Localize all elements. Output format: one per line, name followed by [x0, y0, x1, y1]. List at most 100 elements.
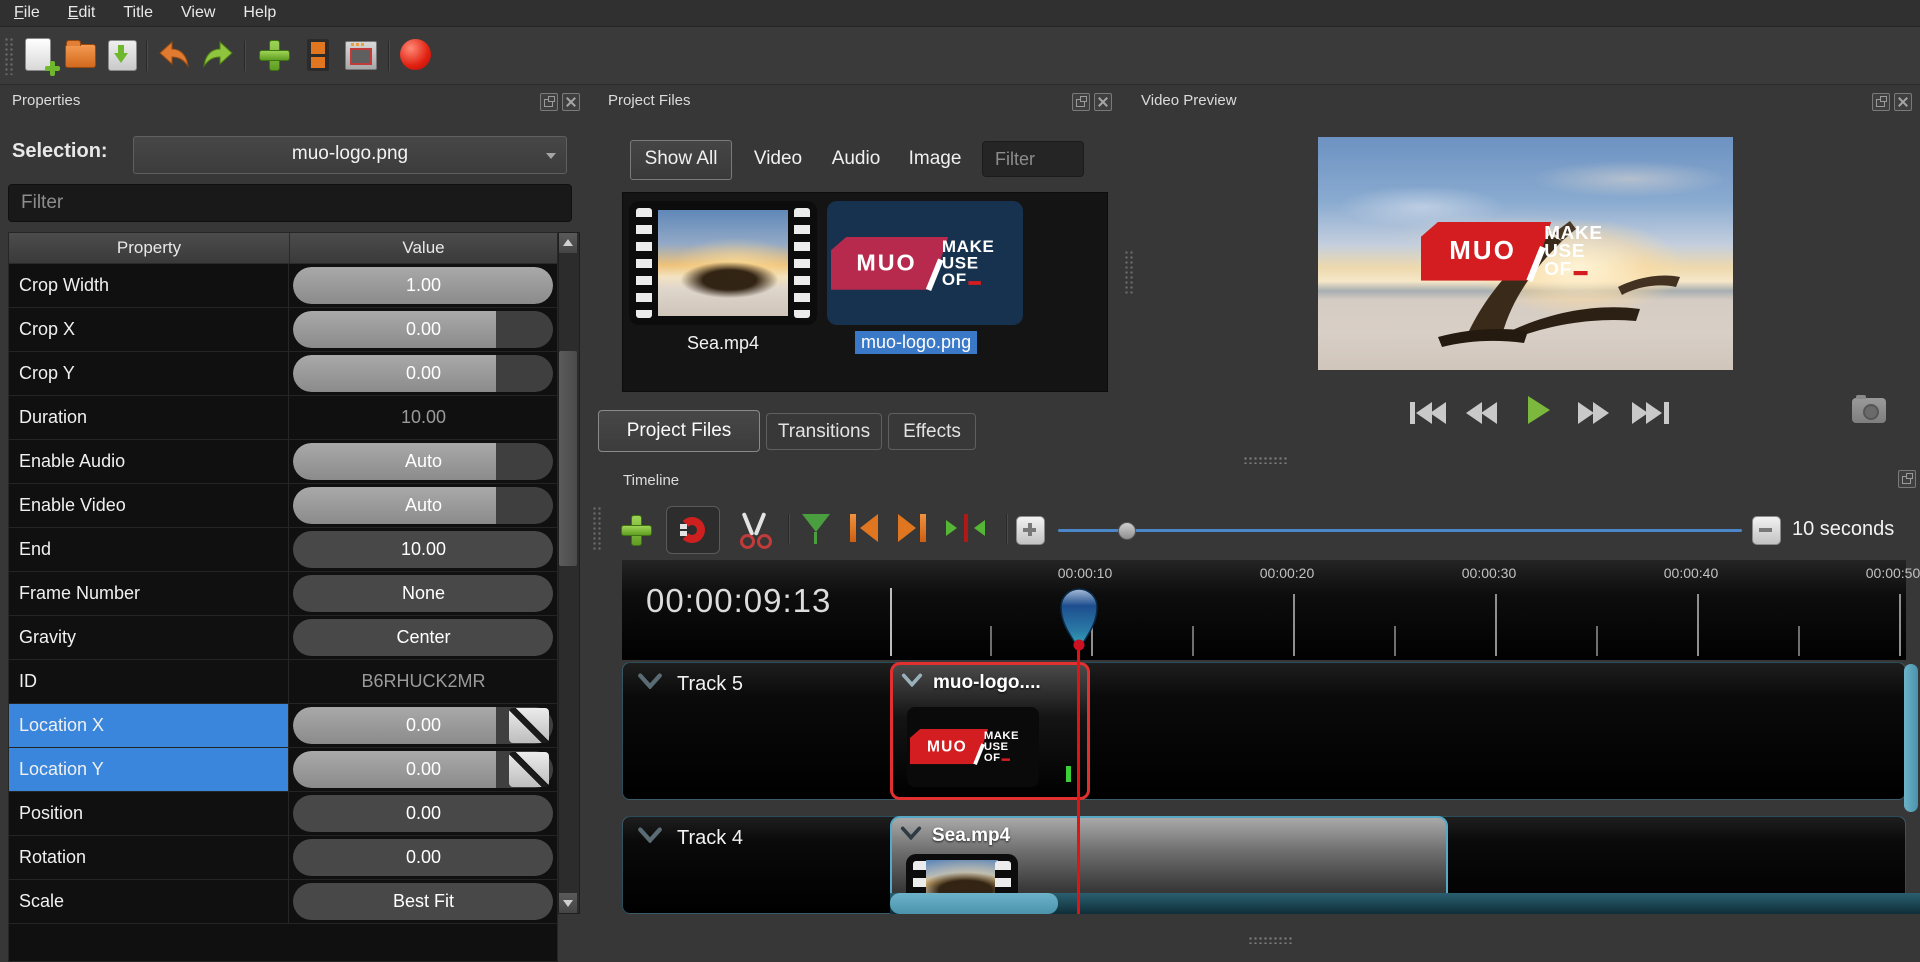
properties-table-header[interactable]: Property Value [9, 233, 557, 264]
table-row[interactable]: Gravity Center [9, 616, 557, 660]
undo-icon[interactable] [156, 37, 192, 73]
project-files-filter-input[interactable] [982, 141, 1084, 177]
properties-float-icon[interactable] [540, 93, 558, 111]
zoom-out-icon[interactable] [1752, 516, 1781, 545]
capture-frame-icon[interactable] [1852, 398, 1886, 423]
timeline-toolbar-drag-handle[interactable] [592, 506, 602, 552]
filter-show-all-button[interactable]: Show All [630, 140, 732, 180]
properties-filter-input[interactable] [8, 184, 572, 222]
splitter-handle[interactable] [1243, 456, 1289, 464]
playhead-marker[interactable] [1058, 584, 1100, 657]
filter-video-button[interactable]: Video [748, 140, 808, 178]
property-name: Crop Width [9, 264, 289, 307]
video-preview-float-icon[interactable] [1872, 93, 1890, 111]
scrollbar-thumb[interactable] [890, 893, 1058, 914]
scroll-down-icon[interactable] [559, 893, 577, 913]
clip-menu-chevron-icon[interactable] [901, 673, 923, 687]
table-row[interactable]: Position 0.00 [9, 792, 557, 836]
menu-file[interactable]: File [14, 4, 40, 22]
tab-project-files[interactable]: Project Files [598, 410, 760, 452]
table-row[interactable]: Enable Video Auto [9, 484, 557, 528]
filter-audio-button[interactable]: Audio [826, 140, 886, 178]
properties-scrollbar[interactable] [558, 232, 580, 914]
export-video-icon[interactable] [342, 37, 378, 73]
ruler-label: 00:00:30 [1444, 565, 1534, 581]
tab-effects[interactable]: Effects [888, 413, 976, 450]
project-files-float-icon[interactable] [1072, 93, 1090, 111]
properties-close-icon[interactable] [562, 93, 580, 111]
file-thumbnail-muo-logo[interactable]: MUO MAKEUSEOF [827, 201, 1023, 325]
keyframe-interpolation-icon[interactable] [509, 752, 549, 787]
ruler-tick [1798, 626, 1800, 656]
table-row[interactable]: Scale Best Fit [9, 880, 557, 924]
table-row-selected[interactable]: Location Y 0.00 [9, 748, 557, 792]
center-playhead-icon[interactable] [944, 512, 994, 546]
column-header-property[interactable]: Property [9, 233, 290, 263]
play-icon[interactable] [1520, 392, 1566, 426]
redo-icon[interactable] [200, 37, 236, 73]
table-row[interactable]: ID B6RHUCK2MR [9, 660, 557, 704]
playhead-line[interactable] [1077, 648, 1080, 914]
bottom-splitter-handle[interactable] [1248, 936, 1294, 944]
table-row[interactable]: Crop X 0.00 [9, 308, 557, 352]
ruler-tick [1394, 626, 1396, 656]
menu-help[interactable]: Help [243, 4, 276, 22]
filter-image-button[interactable]: Image [904, 140, 966, 178]
file-name-selected[interactable]: muo-logo.png [855, 331, 977, 354]
selection-dropdown[interactable]: muo-logo.png [133, 136, 567, 174]
tab-transitions[interactable]: Transitions [766, 413, 882, 450]
clip-menu-chevron-icon[interactable] [900, 826, 922, 840]
timeline-vertical-scrollbar[interactable] [1904, 664, 1918, 812]
zoom-slider-track[interactable] [1058, 529, 1742, 532]
table-row[interactable]: Enable Audio Auto [9, 440, 557, 484]
table-row-selected[interactable]: Location X 0.00 [9, 704, 557, 748]
table-row[interactable]: Crop Width 1.00 [9, 264, 557, 308]
menu-edit[interactable]: Edit [68, 4, 96, 22]
scrollbar-thumb[interactable] [559, 351, 577, 566]
file-name[interactable]: Sea.mp4 [629, 333, 817, 354]
add-track-icon[interactable] [618, 512, 654, 548]
track-collapse-chevron-icon[interactable] [637, 673, 663, 689]
file-thumbnail-sea[interactable] [629, 201, 817, 325]
property-value: Auto [290, 440, 557, 483]
table-row[interactable]: Crop Y 0.00 [9, 352, 557, 396]
table-row[interactable]: Frame Number None [9, 572, 557, 616]
project-files-close-icon[interactable] [1094, 93, 1112, 111]
menu-view[interactable]: View [181, 4, 215, 22]
new-project-icon[interactable] [20, 37, 56, 73]
save-project-icon[interactable] [104, 37, 140, 73]
record-icon[interactable] [398, 37, 434, 73]
jump-to-end-icon[interactable] [1628, 396, 1674, 430]
previous-marker-icon[interactable] [848, 512, 880, 546]
timeline-ruler[interactable]: 00:00:09:13 00:00:10 00:00:20 00:00:30 0… [622, 560, 1906, 660]
razor-icon[interactable] [736, 512, 772, 548]
scroll-up-icon[interactable] [559, 233, 577, 253]
table-row[interactable]: Duration 10.00 [9, 396, 557, 440]
track-row-5[interactable]: Track 5 [622, 662, 1906, 800]
property-name: Crop X [9, 308, 289, 351]
add-marker-icon[interactable] [800, 512, 834, 548]
jump-to-start-icon[interactable] [1408, 396, 1454, 430]
zoom-slider-handle[interactable] [1118, 522, 1136, 540]
import-files-icon[interactable] [256, 37, 292, 73]
rewind-icon[interactable] [1462, 396, 1508, 430]
clip-muo-logo-selected[interactable]: muo-logo.... MUO MAKEUSEOF [890, 662, 1090, 800]
keyframe-interpolation-icon[interactable] [509, 708, 549, 743]
open-project-icon[interactable] [62, 37, 98, 73]
timeline-float-icon[interactable] [1898, 470, 1916, 488]
column-header-value[interactable]: Value [290, 233, 557, 263]
toolbar-drag-handle[interactable] [4, 37, 14, 75]
timeline-horizontal-scrollbar[interactable] [890, 893, 1920, 914]
table-row[interactable]: End 10.00 [9, 528, 557, 572]
zoom-in-icon[interactable] [1016, 516, 1045, 545]
snapping-toggle-icon[interactable] [666, 506, 720, 554]
ruler-tick [1293, 594, 1295, 656]
next-marker-icon[interactable] [896, 512, 928, 546]
panel-resize-handle[interactable] [1124, 250, 1134, 296]
table-row[interactable]: Rotation 0.00 [9, 836, 557, 880]
menu-title[interactable]: Title [123, 4, 153, 22]
track-collapse-chevron-icon[interactable] [637, 827, 663, 843]
choose-profile-icon[interactable] [300, 37, 336, 73]
video-preview-close-icon[interactable] [1894, 93, 1912, 111]
fast-forward-icon[interactable] [1574, 396, 1620, 430]
